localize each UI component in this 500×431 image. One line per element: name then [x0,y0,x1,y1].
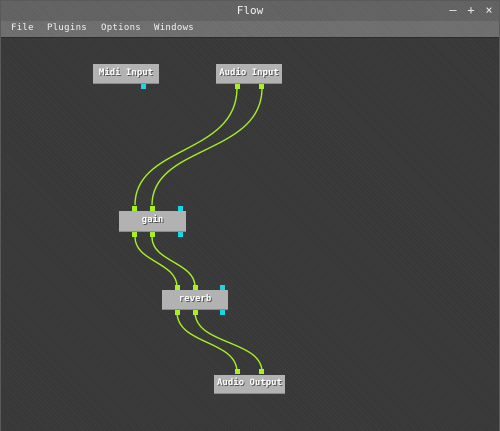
node-midi-input[interactable]: Midi Input [93,64,159,84]
audio-out-port-right[interactable] [150,232,155,237]
wire-gain-r-to-reverb [151,236,196,288]
audio-out-port-left[interactable] [175,310,180,315]
audio-out-port-left[interactable] [132,232,137,237]
wire-audio-input-l-to-gain [134,87,238,206]
midi-in-port[interactable] [178,206,183,211]
audio-in-port-right[interactable] [150,206,155,211]
node-label: Audio Input [219,68,279,78]
audio-in-port-right[interactable] [193,285,198,290]
audio-in-port-left[interactable] [235,369,240,374]
midi-out-port[interactable] [141,84,146,89]
audio-in-port-right[interactable] [259,369,264,374]
node-gain[interactable]: gain [119,211,186,232]
midi-out-port[interactable] [178,232,183,237]
audio-out-port-right[interactable] [193,310,198,315]
wire-audio-input-r-to-gain [151,87,263,206]
node-label: Audio Output [216,378,283,388]
audio-out-port-right[interactable] [259,84,264,89]
node-label: gain [141,215,164,225]
audio-out-port-left[interactable] [235,84,240,89]
node-label: reverb [178,294,212,304]
node-audio-input[interactable]: Audio Input [216,64,282,84]
audio-in-port-left[interactable] [132,206,137,211]
node-label: Midi Input [98,68,154,78]
midi-in-port[interactable] [220,285,225,290]
midi-out-port[interactable] [220,310,225,315]
audio-in-port-left[interactable] [175,285,180,290]
wire-gain-l-to-reverb [134,236,178,288]
node-audio-output[interactable]: Audio Output [214,375,285,394]
node-reverb[interactable]: reverb [162,290,228,310]
